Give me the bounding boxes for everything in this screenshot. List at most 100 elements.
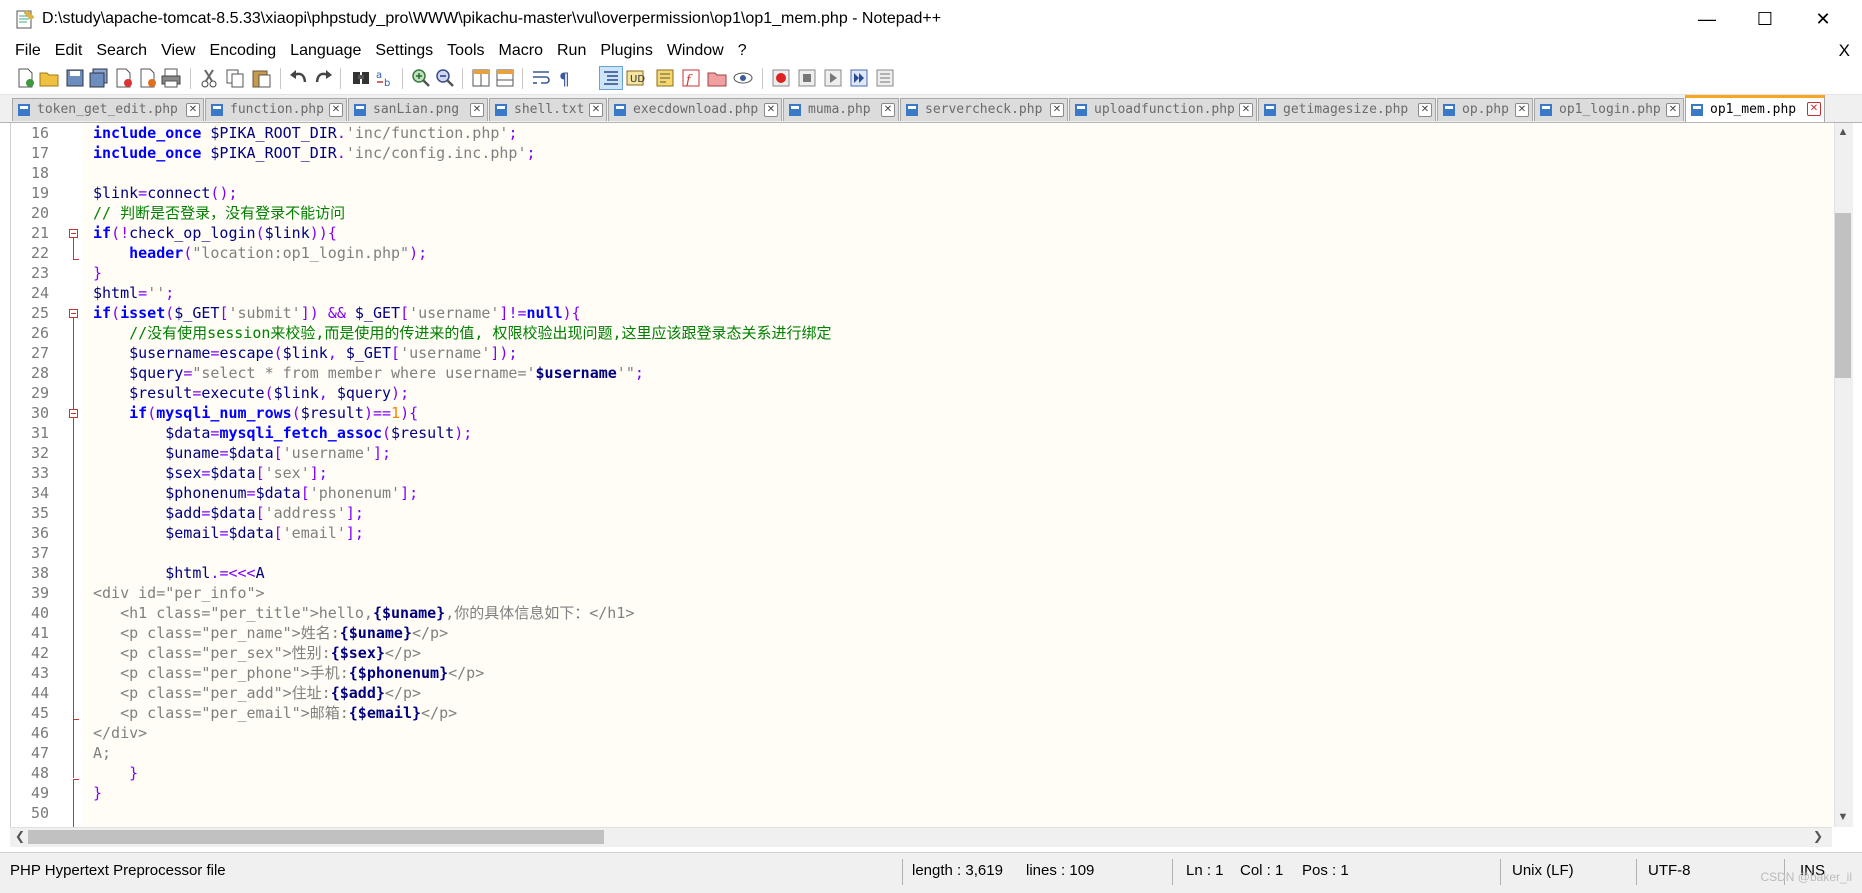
close-tab-icon[interactable]: ✕ [764,103,778,117]
scroll-left-icon[interactable]: ❮ [12,827,28,846]
code-line[interactable]: <h1 class="per_title">hello,{$uname},你的具… [83,603,1807,623]
close-tab-icon[interactable]: ✕ [1666,103,1680,117]
code-line[interactable] [83,543,1807,563]
horizontal-scroll-thumb[interactable] [28,830,604,844]
code-line[interactable]: $link=connect(); [83,183,1807,203]
function-list-icon[interactable]: f [680,67,702,89]
code-area[interactable]: include_once $PIKA_ROOT_DIR.'inc/functio… [83,123,1807,827]
code-line[interactable]: } [83,263,1807,283]
tab-servercheck[interactable]: servercheck.php ✕ [900,98,1068,121]
word-wrap-icon[interactable] [530,67,552,89]
tab-shell[interactable]: shell.txt ✕ [489,98,607,121]
code-line[interactable]: <p class="per_phone">手机:{$phonenum}</p> [83,663,1807,683]
menu-edit[interactable]: Edit [48,38,90,63]
show-all-characters-icon[interactable]: ¶ [554,67,576,89]
code-line[interactable]: header("location:op1_login.php"); [83,243,1807,263]
close-document-button[interactable]: X [1839,38,1850,63]
close-button[interactable]: ✕ [1794,0,1852,38]
menu-view[interactable]: View [154,38,202,63]
fold-margin[interactable] [65,123,83,827]
code-line[interactable]: <p class="per_name">姓名:{$uname}</p> [83,623,1807,643]
code-line[interactable]: $query="select * from member where usern… [83,363,1807,383]
menu-macro[interactable]: Macro [492,38,550,63]
record-macro-icon[interactable] [770,67,792,89]
code-line[interactable] [83,803,1807,823]
tab-muma[interactable]: muma.php ✕ [783,98,899,121]
document-map-icon[interactable] [654,67,676,89]
code-line[interactable]: A; [83,743,1807,763]
tab-getimagesize[interactable]: getimagesize.php ✕ [1258,98,1436,121]
menu-file[interactable]: File [8,38,48,63]
code-line[interactable]: if(mysqli_num_rows($result)==1){ [83,403,1807,423]
close-tab-icon[interactable]: ✕ [470,103,484,117]
new-file-icon[interactable] [14,67,36,89]
tab-uploadfunction[interactable]: uploadfunction.php ✕ [1069,98,1257,121]
code-line[interactable]: $sex=$data['sex']; [83,463,1807,483]
code-line[interactable]: <p class="per_sex">性别:{$sex}</p> [83,643,1807,663]
scroll-right-icon[interactable]: ❯ [1810,827,1826,846]
tab-sanlian[interactable]: sanLian.png ✕ [348,98,488,121]
save-icon[interactable] [64,67,86,89]
menu-language[interactable]: Language [283,38,368,63]
code-line[interactable]: <p class="per_add">住址:{$add}</p> [83,683,1807,703]
code-line[interactable]: $username=escape($link, $_GET['username'… [83,343,1807,363]
copy-icon[interactable] [224,67,246,89]
zoom-out-icon[interactable] [434,67,456,89]
stop-macro-icon[interactable] [796,67,818,89]
fold-toggle-icon[interactable] [69,409,78,418]
code-line[interactable]: } [83,783,1807,803]
sync-horizontal-icon[interactable] [494,67,516,89]
save-macro-icon[interactable] [874,67,896,89]
code-line[interactable]: <div id="per_info"> [83,583,1807,603]
code-line[interactable]: // 判断是否登录，没有登录不能访问 [83,203,1807,223]
code-editor[interactable]: 16 17 18 19 20 21 22 23 24 25 26 27 28 29 30 31 32 33 34 35… [10,123,1833,827]
scroll-up-icon[interactable]: ▲ [1834,123,1852,141]
menu-tools[interactable]: Tools [440,38,491,63]
close-tab-icon[interactable]: ✕ [881,103,895,117]
code-line[interactable]: if(isset($_GET['submit']) && $_GET['user… [83,303,1807,323]
code-line[interactable]: $phonenum=$data['phonenum']; [83,483,1807,503]
minimize-button[interactable]: — [1678,0,1736,38]
cut-icon[interactable] [198,67,220,89]
print-icon[interactable] [160,67,182,89]
menu-search[interactable]: Search [89,38,154,63]
redo-icon[interactable] [312,67,334,89]
menu-window[interactable]: Window [660,38,731,63]
fold-toggle-icon[interactable] [69,229,78,238]
close-tab-icon[interactable]: ✕ [329,103,343,117]
tab-function[interactable]: function.php ✕ [205,98,347,121]
fold-toggle-icon[interactable] [69,309,78,318]
close-tab-icon[interactable]: ✕ [1418,103,1432,117]
close-tab-icon[interactable]: ✕ [1050,103,1064,117]
close-tab-icon[interactable]: ✕ [186,103,200,117]
menu-help[interactable]: ? [731,38,754,63]
code-line[interactable]: $add=$data['address']; [83,503,1807,523]
tab-op[interactable]: op.php ✕ [1437,98,1533,121]
code-line[interactable]: $email=$data['email']; [83,523,1807,543]
vertical-scroll-thumb[interactable] [1835,213,1851,378]
paste-icon[interactable] [250,67,272,89]
menu-plugins[interactable]: Plugins [593,38,659,63]
folder-workspace-icon[interactable] [706,67,728,89]
code-line[interactable]: $html.=<<<A [83,563,1807,583]
scroll-down-icon[interactable]: ▼ [1834,808,1852,826]
code-line[interactable]: include_once $PIKA_ROOT_DIR.'inc/functio… [83,123,1807,143]
menu-encoding[interactable]: Encoding [202,38,283,63]
save-all-icon[interactable] [88,67,110,89]
sync-vertical-icon[interactable] [470,67,492,89]
close-tab-icon[interactable]: ✕ [1515,103,1529,117]
undo-icon[interactable] [288,67,310,89]
monitoring-icon[interactable] [732,67,754,89]
open-file-icon[interactable] [38,67,60,89]
close-tab-icon[interactable]: ✕ [589,103,603,117]
code-line[interactable]: $result=execute($link, $query); [83,383,1807,403]
indent-guide-icon[interactable] [599,66,623,90]
tab-op1-mem[interactable]: op1_mem.php ✕ [1685,95,1825,122]
code-line[interactable] [83,163,1807,183]
close-all-icon[interactable] [136,67,158,89]
tab-execdownload[interactable]: execdownload.php ✕ [608,98,782,121]
tab-op1-login[interactable]: op1_login.php ✕ [1534,98,1684,121]
menu-run[interactable]: Run [550,38,593,63]
find-icon[interactable] [350,67,372,89]
replace-icon[interactable]: ab [374,67,396,89]
